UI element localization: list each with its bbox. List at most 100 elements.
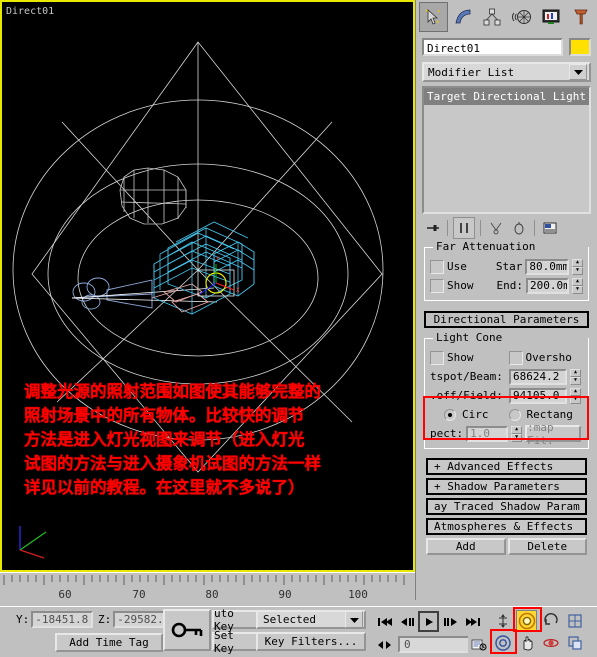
falloff-field[interactable]: 94105.0 (509, 387, 567, 404)
modify-tab[interactable] (448, 2, 477, 32)
falloff-spinner[interactable]: ▲ ▼ (570, 387, 581, 404)
rectangle-label: Rectang (526, 408, 573, 421)
show-label: Show (447, 279, 474, 292)
viewport-direct01[interactable]: Y X Direct01 调整光源的照射范围如图使其能够完整的 照射场景中的所有… (0, 0, 415, 572)
zoom-all-icon (518, 612, 535, 629)
auto-key-button[interactable]: uto Key (212, 607, 258, 633)
overshoot-checkbox[interactable] (508, 350, 523, 365)
play-button[interactable] (418, 611, 439, 632)
far-end-spinner[interactable]: ▲ ▼ (572, 277, 583, 294)
max-window: Y X Direct01 调整光源的照射范围如图使其能够完整的 照射场景中的所有… (0, 0, 597, 657)
configure-modifier-sets-icon[interactable] (540, 218, 560, 238)
arc-rotate-button[interactable] (540, 610, 561, 631)
hotspot-spinner[interactable]: ▲ ▼ (570, 368, 581, 385)
use-label: Use (447, 260, 467, 273)
modifier-list-dropdown[interactable]: Modifier List (422, 62, 591, 82)
goto-end-button[interactable] (462, 611, 483, 632)
zoom-button[interactable] (492, 610, 513, 631)
modifier-stack[interactable]: Target Directional Light (422, 86, 591, 214)
chevron-down-icon[interactable] (569, 64, 587, 80)
rollout-atmospheres-effects[interactable]: Atmospheres & Effects (426, 518, 587, 535)
status-bar: Y: -18451.8 Z: -29582. Add Time Tag uto … (0, 606, 597, 657)
rollout-advanced-effects[interactable]: + Advanced Effects (426, 458, 587, 475)
transport-controls (374, 611, 483, 632)
directional-parameters-header[interactable]: Directional Parameters (424, 311, 589, 328)
add-time-tag-button[interactable]: Add Time Tag (55, 633, 163, 652)
motion-tab[interactable] (507, 2, 536, 32)
next-frame-button[interactable] (440, 611, 461, 632)
z-label: Z: (98, 613, 112, 626)
object-name-field[interactable]: Direct01 (422, 38, 563, 56)
pan-button[interactable] (516, 632, 537, 653)
object-color-swatch[interactable] (569, 38, 591, 56)
zoom-extents-button[interactable] (492, 632, 513, 653)
region-zoom-icon (567, 635, 582, 650)
time-configuration-icon (471, 639, 486, 650)
key-mode-toggle-button[interactable] (163, 609, 211, 651)
chevron-down-icon[interactable] (345, 611, 363, 628)
show-end-result-icon[interactable] (453, 217, 475, 239)
delete-button[interactable]: Delete (507, 538, 587, 555)
skip-back-icon (377, 617, 392, 626)
ruler-tick-90: 90 (278, 588, 291, 601)
region-zoom-button[interactable] (564, 632, 585, 653)
zoom-all-button[interactable] (516, 610, 537, 631)
goto-start-button[interactable] (374, 611, 395, 632)
selection-set-label: Selected (263, 613, 316, 626)
show-checkbox[interactable] (430, 278, 444, 293)
y-field[interactable]: -18451.8 (31, 611, 94, 628)
viewport-nav-top (492, 610, 585, 631)
ruler-tick-80: 80 (205, 588, 218, 601)
key-filters-button[interactable]: Key Filters... (256, 632, 366, 651)
time-configuration-button[interactable] (468, 634, 489, 655)
current-frame-field[interactable]: 0 (398, 636, 472, 653)
stack-item-light[interactable]: Target Directional Light (424, 88, 589, 105)
circle-label: Circ (462, 408, 489, 421)
make-unique-icon[interactable] (486, 218, 506, 238)
set-key-button[interactable]: Set Key (212, 629, 258, 655)
field-of-view-button[interactable] (540, 632, 561, 653)
far-start-field[interactable]: 80.0mm (525, 258, 569, 275)
start-label: Star (495, 260, 523, 273)
min-max-toggle-button[interactable] (564, 610, 585, 631)
pin-stack-icon[interactable] (422, 218, 442, 238)
display-tab[interactable] (537, 2, 566, 32)
circle-radio[interactable] (444, 408, 456, 421)
selection-set-dropdown[interactable]: Selected (256, 610, 366, 629)
far-end-field[interactable]: 200.0m (526, 277, 569, 294)
y-coordinate: Y: -18451.8 (16, 611, 94, 628)
add-button[interactable]: Add (426, 538, 506, 555)
utilities-tab[interactable] (566, 2, 595, 32)
far-attenuation-title: Far Attenuation (433, 240, 539, 253)
svg-text:X: X (236, 287, 240, 294)
aspect-field[interactable]: 1.0 (466, 425, 509, 442)
rollout-ray-traced-shadow-params[interactable]: ay Traced Shadow Param (426, 498, 587, 515)
far-attenuation-group: Far Attenuation Use Star 80.0mm ▲ ▼ Show … (424, 240, 589, 301)
aspect-spinner[interactable]: ▲ ▼ (511, 425, 523, 442)
skip-forward-icon (465, 617, 480, 626)
show-cone-checkbox[interactable] (430, 350, 444, 365)
key-mode-toggle-icon-button[interactable] (374, 634, 395, 655)
key-mode-toggle-icon (377, 640, 391, 649)
far-start-spinner[interactable]: ▲ ▼ (572, 258, 583, 275)
play-icon (425, 617, 433, 626)
hierarchy-tab[interactable] (478, 2, 507, 32)
viewport-nav-bottom (492, 632, 585, 653)
toolbar-divider (480, 220, 481, 236)
modifier-list-label: Modifier List (428, 65, 515, 79)
arrow-star-icon (425, 9, 441, 25)
timeline-ruler[interactable]: 60 70 80 90 100 (0, 572, 415, 607)
hammer-icon (574, 9, 588, 25)
hotspot-field[interactable]: 68624.2 (509, 368, 567, 385)
rectangle-radio[interactable] (508, 408, 521, 421)
hotspot-label: tspot/Beam: (430, 370, 503, 383)
previous-frame-button[interactable] (396, 611, 417, 632)
svg-text:Y: Y (216, 256, 220, 263)
use-checkbox[interactable] (430, 259, 444, 274)
magnify-icon (498, 613, 507, 628)
remove-modifier-icon[interactable] (509, 218, 529, 238)
create-tab[interactable] (419, 2, 448, 32)
rollout-shadow-parameters[interactable]: + Shadow Parameters (426, 478, 587, 495)
bitmap-fit-button[interactable]: :map Fit. (525, 421, 582, 447)
hotspot-row: tspot/Beam: 68624.2 ▲ ▼ (430, 367, 583, 386)
